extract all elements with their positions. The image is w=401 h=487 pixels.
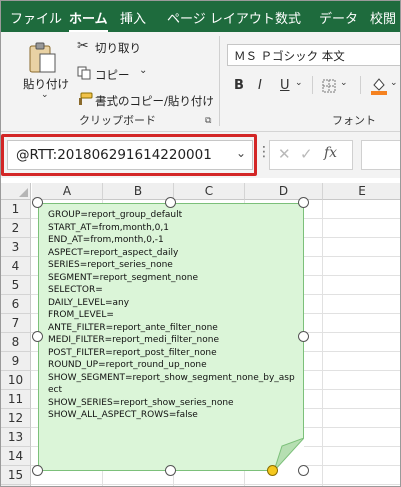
row-header[interactable]: 9 xyxy=(1,352,31,371)
tab-data[interactable]: データ xyxy=(319,8,358,27)
font-separator xyxy=(360,76,361,94)
font-group-label: フォント xyxy=(332,114,376,127)
borders-dropdown-icon[interactable]: ⌄ xyxy=(340,78,348,88)
paste-icon[interactable] xyxy=(27,42,57,74)
tab-page-layout[interactable]: ページ レイアウト xyxy=(167,8,275,27)
shape-text-line: END_AT=from,month,0,-1 xyxy=(48,235,164,245)
ribbon: 貼り付け ⌄ ✂ 切り取り コピー ⌄ 書式のコピー/貼り付け クリップボード … xyxy=(1,32,400,132)
insert-function-button[interactable]: fx xyxy=(324,145,337,161)
shape-text-line: ROUND_UP=report_round_up_none xyxy=(48,360,207,370)
row-header[interactable]: 15 xyxy=(1,466,31,485)
borders-icon[interactable] xyxy=(322,79,336,93)
adjustment-handle[interactable] xyxy=(267,465,278,476)
shape-text-line: SHOW_SEGMENT=report_show_segment_none_by… xyxy=(48,372,295,383)
formula-input[interactable] xyxy=(361,140,400,170)
shape-text-line: GROUP=report_group_default xyxy=(48,210,183,220)
bold-button[interactable]: B xyxy=(234,78,244,93)
shape-text-line: POST_FILTER=report_post_filter_none xyxy=(48,347,217,358)
clipboard-group-label: クリップボード xyxy=(79,114,156,127)
row-header[interactable]: 4 xyxy=(1,257,31,276)
row-header[interactable]: 8 xyxy=(1,333,31,352)
tab-review[interactable]: 校閲 xyxy=(370,8,396,27)
resize-handle-top-right[interactable] xyxy=(298,197,309,208)
format-painter-icon[interactable] xyxy=(77,92,93,106)
dialog-launcher-icon[interactable]: ⧉ xyxy=(205,116,211,126)
folded-corner-shape[interactable]: GROUP=report_group_default START_AT=from,… xyxy=(38,203,304,471)
resize-handle-bottom-left[interactable] xyxy=(32,465,43,476)
tab-formulas[interactable]: 数式 xyxy=(275,8,301,27)
row-header[interactable]: 1 xyxy=(1,200,31,219)
tab-insert[interactable]: 挿入 xyxy=(120,8,146,27)
italic-button[interactable]: I xyxy=(258,78,262,93)
excel-window: ファイル ホーム 挿入 ページ レイアウト 数式 データ 校閲 貼り付け ⌄ ✂… xyxy=(0,0,401,487)
cancel-icon[interactable]: ✕ xyxy=(278,145,291,163)
gridline xyxy=(31,484,400,485)
tab-home[interactable]: ホーム xyxy=(69,8,108,33)
formula-buttons: ✕ ✓ fx xyxy=(269,140,353,170)
shape-text-line: START_AT=from,month,0,1 xyxy=(48,222,169,233)
font-name-value: ＭＳ Ｐゴシック 本文 xyxy=(234,49,345,63)
column-header-e[interactable]: E xyxy=(323,183,400,200)
row-header[interactable]: 14 xyxy=(1,447,31,466)
format-painter-button[interactable]: 書式のコピー/貼り付け xyxy=(95,93,214,109)
resize-handle-right[interactable] xyxy=(298,331,309,342)
row-header[interactable]: 3 xyxy=(1,238,31,257)
row-header[interactable]: 2 xyxy=(1,219,31,238)
fill-color-icon[interactable] xyxy=(371,76,387,95)
shape-text: GROUP=report_group_default START_AT=from,… xyxy=(48,209,300,422)
row-header[interactable]: 5 xyxy=(1,276,31,295)
row-header[interactable]: 7 xyxy=(1,314,31,333)
row-header[interactable]: 13 xyxy=(1,428,31,447)
font-separator xyxy=(312,76,313,94)
tab-file[interactable]: ファイル xyxy=(10,8,62,27)
row-header[interactable]: 11 xyxy=(1,390,31,409)
resize-handle-top-left[interactable] xyxy=(32,197,43,208)
column-header-d[interactable]: D xyxy=(245,183,323,200)
copy-dropdown-icon[interactable]: ⌄ xyxy=(139,65,147,76)
column-header-a[interactable]: A xyxy=(32,183,103,200)
paste-dropdown-icon[interactable]: ⌄ xyxy=(41,90,49,100)
ribbon-tabs: ファイル ホーム 挿入 ページ レイアウト 数式 データ 校閲 xyxy=(1,1,400,33)
shape-text-line: SERIES=report_series_none xyxy=(48,260,173,270)
shape-text-line: DAILY_LEVEL=any xyxy=(48,297,130,308)
row-header[interactable]: 10 xyxy=(1,371,31,390)
resize-handle-left[interactable] xyxy=(32,331,43,342)
fill-color-dropdown-icon[interactable]: ⌄ xyxy=(390,78,398,88)
shape-text-line: ect xyxy=(48,385,63,395)
shape-text-line: ASPECT=report_aspect_daily xyxy=(48,247,179,258)
underline-dropdown-icon[interactable]: ⌄ xyxy=(295,78,303,88)
copy-icon[interactable] xyxy=(77,66,91,80)
scissors-icon[interactable]: ✂ xyxy=(77,38,89,54)
shape-text-line: ANTE_FILTER=report_ante_filter_none xyxy=(48,322,218,333)
copy-button[interactable]: コピー xyxy=(95,67,130,83)
row-header[interactable]: 6 xyxy=(1,295,31,314)
font-name-select[interactable]: ＭＳ Ｐゴシック 本文 xyxy=(227,44,400,66)
shape-text-line: SELECTOR= xyxy=(48,285,103,295)
column-header-c[interactable]: C xyxy=(174,183,245,200)
font-group: ＭＳ Ｐゴシック 本文 B I U ⌄ ⌄ ⌄ フォント xyxy=(220,32,400,132)
cut-button[interactable]: 切り取り xyxy=(95,40,141,56)
gridline xyxy=(322,200,323,486)
shape-text-line: SHOW_ALL_ASPECT_ROWS=false xyxy=(48,410,198,420)
row-header[interactable]: 12 xyxy=(1,409,31,428)
clipboard-group: 貼り付け ⌄ ✂ 切り取り コピー ⌄ 書式のコピー/貼り付け クリップボード … xyxy=(1,32,219,132)
column-header-b[interactable]: B xyxy=(103,183,174,200)
select-all-button[interactable] xyxy=(1,183,31,200)
resize-handle-top[interactable] xyxy=(165,197,176,208)
shape-text-line: SEGMENT=report_segment_none xyxy=(48,272,199,283)
shape-text-line: FROM_LEVEL= xyxy=(48,310,114,320)
enter-icon[interactable]: ✓ xyxy=(300,145,313,163)
shape-text-line: SHOW_SERIES=report_show_series_none xyxy=(48,397,234,408)
name-box-highlight xyxy=(1,134,257,176)
resize-handle-bottom-right[interactable] xyxy=(298,465,309,476)
underline-button[interactable]: U xyxy=(280,78,290,93)
resize-handle-bottom[interactable] xyxy=(165,465,176,476)
shape-text-line: MEDI_FILTER=report_medi_filter_none xyxy=(48,335,220,345)
